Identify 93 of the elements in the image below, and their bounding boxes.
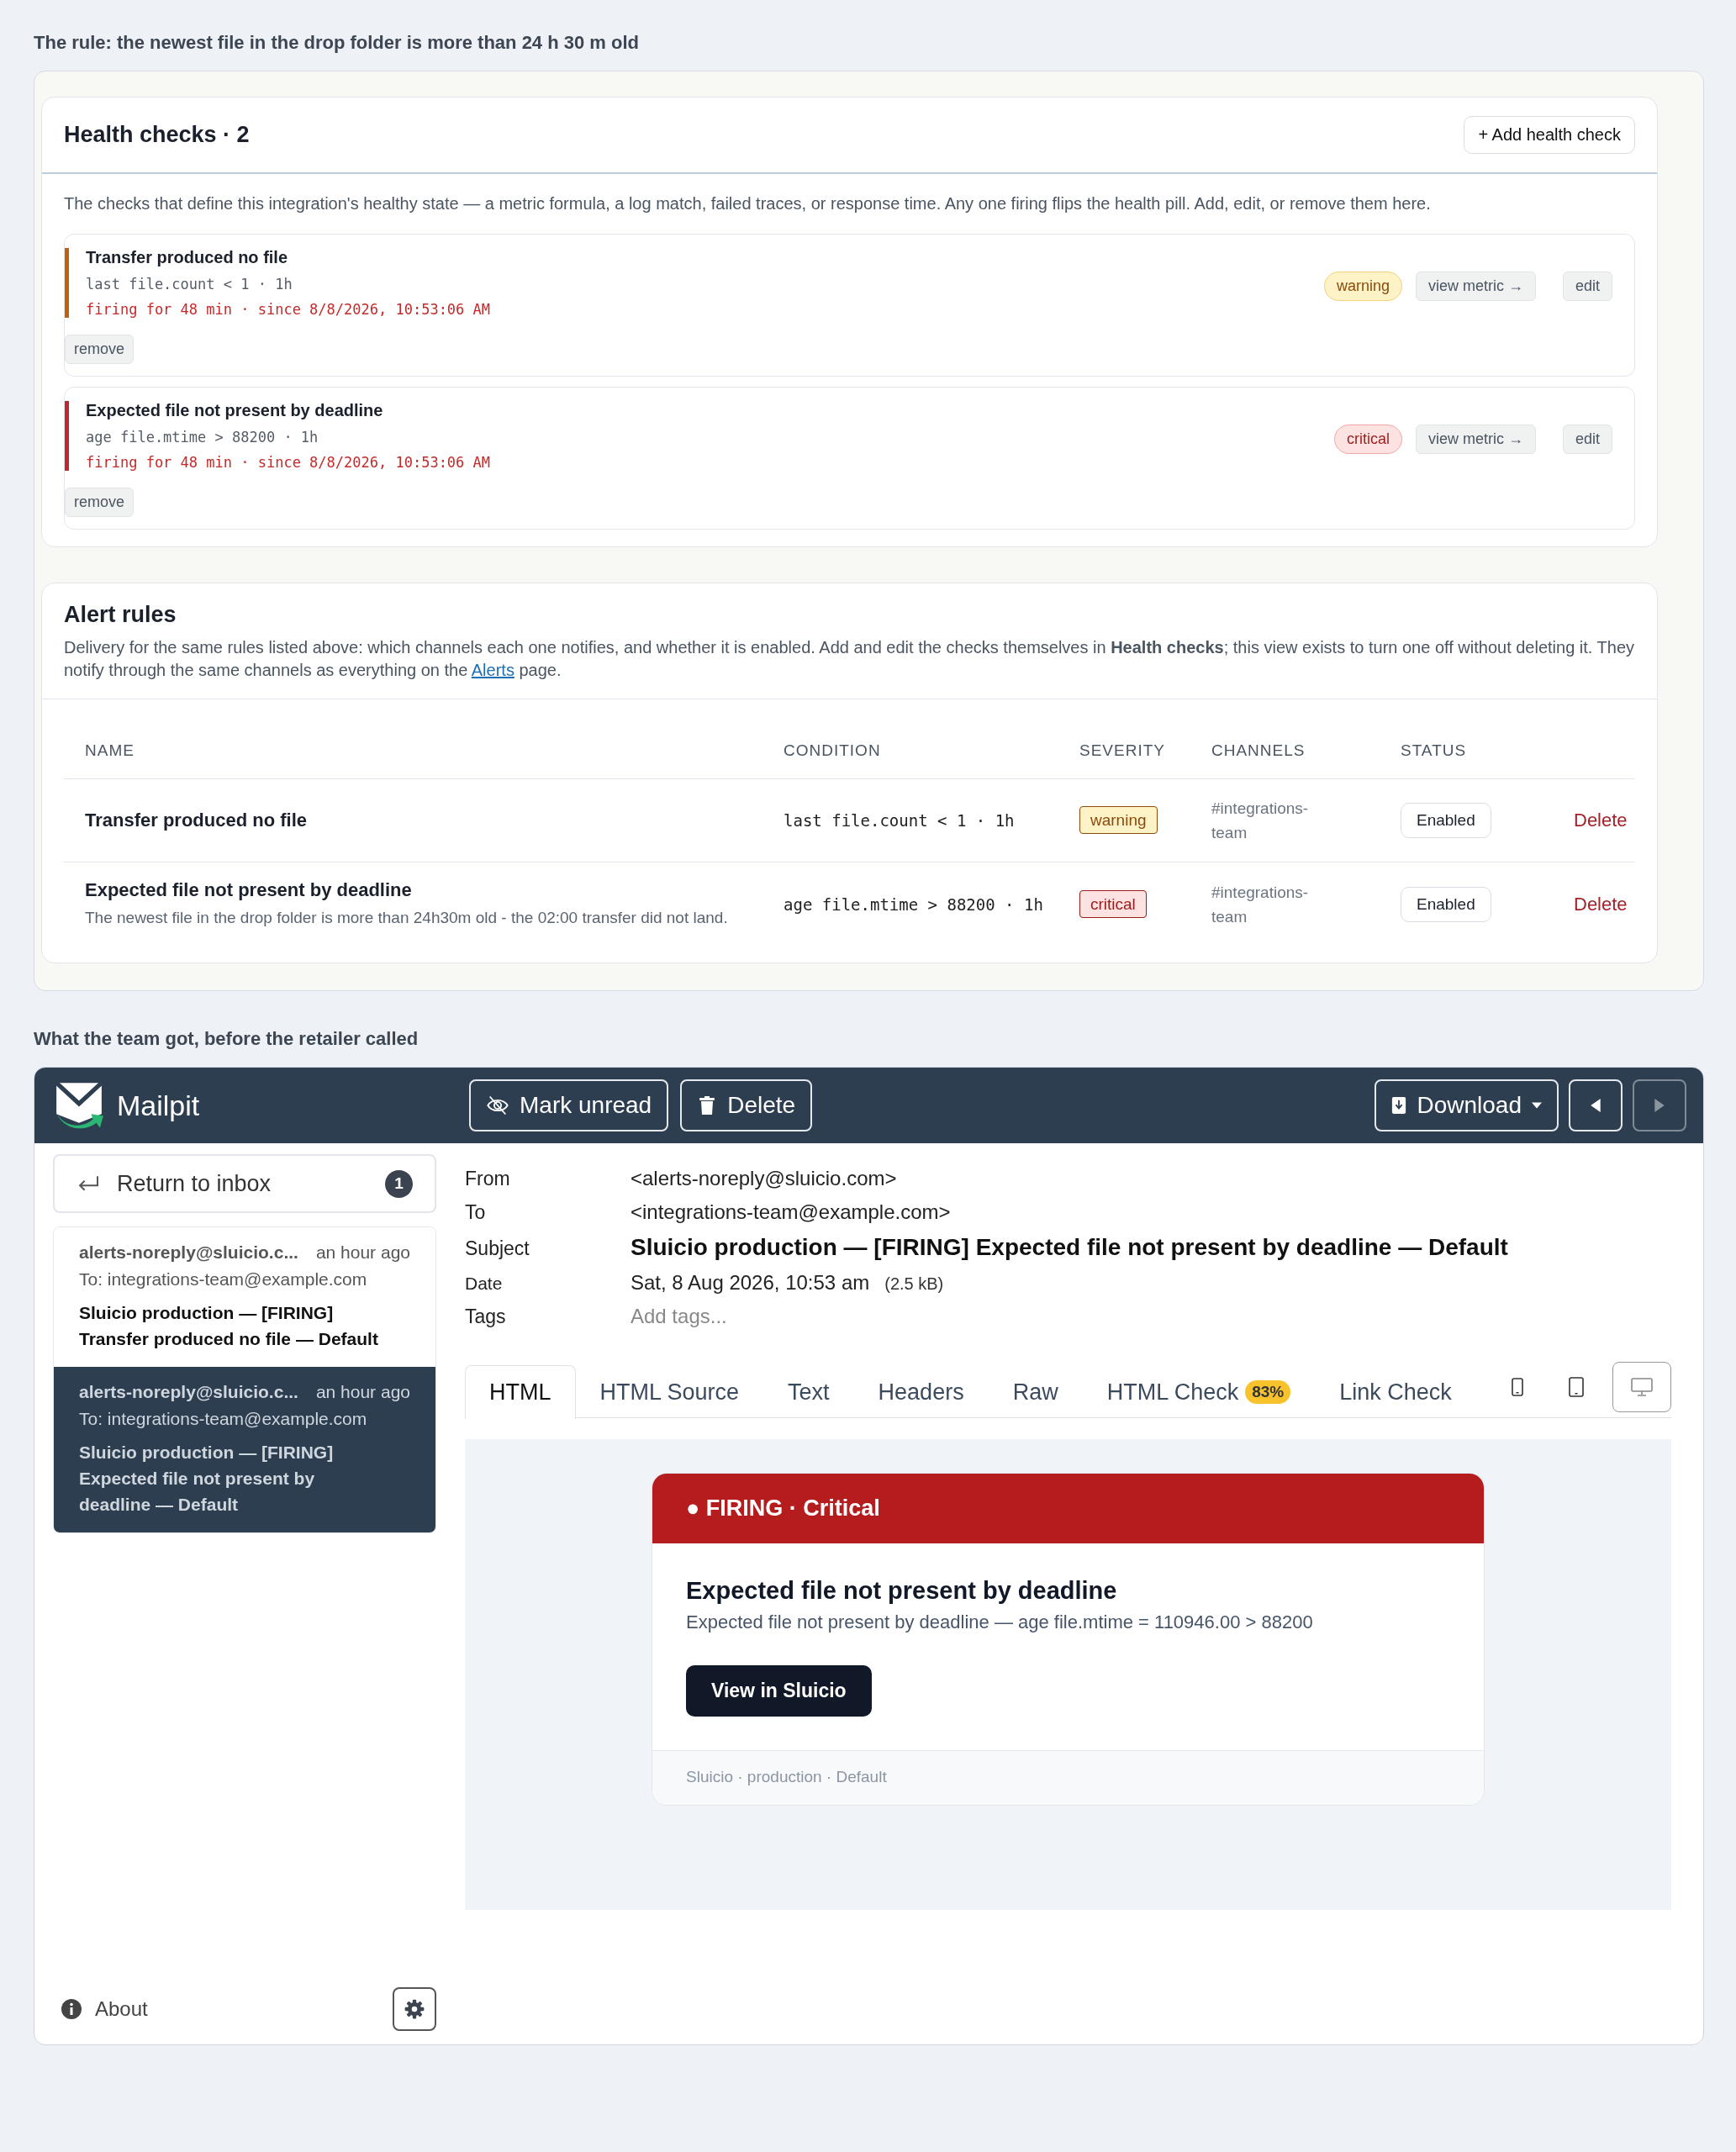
status-toggle[interactable]: Enabled [1401, 886, 1491, 922]
header-value: Sat, 8 Aug 2026, 10:53 am [631, 1271, 870, 1294]
view-metric-button[interactable]: view metric → [1415, 272, 1536, 301]
view-tab[interactable]: Text [763, 1364, 854, 1419]
alert-banner: ● FIRING · Critical [652, 1474, 1484, 1543]
card-title: Alert rules [64, 602, 177, 628]
message-list-item[interactable]: alerts-noreply@sluicio.c... an hour ago To: integrations-team@example.com Sluicio production — [FIRING] Expected file not present by deadline — Default [54, 1367, 435, 1532]
severity-tag: critical [1079, 889, 1147, 918]
settings-icon [404, 1998, 425, 2020]
download-file-icon [1391, 1095, 1407, 1116]
header-value: <alerts-noreply@sluicio.com> [631, 1167, 897, 1189]
return-to-inbox-button[interactable]: Return to inbox 1 [53, 1154, 436, 1213]
delete-button[interactable]: Delete [1569, 893, 1628, 915]
sender: alerts-noreply@sluicio.c... [79, 1242, 298, 1263]
view-tab[interactable]: Link Check [1315, 1364, 1476, 1419]
remove-button[interactable]: remove [65, 335, 135, 364]
recipient: To: integrations-team@example.com [79, 1269, 368, 1290]
caret-icon [1532, 1102, 1542, 1109]
monitor-icon [1631, 1378, 1653, 1396]
status-toggle[interactable]: Enabled [1401, 803, 1491, 838]
view-tab[interactable]: Raw [988, 1364, 1083, 1419]
phone-icon [1512, 1377, 1523, 1397]
timestamp: an hour ago [315, 1382, 410, 1402]
rule-name: Transfer produced no file [85, 810, 309, 831]
column-header: CHANNELS [1211, 741, 1306, 760]
info-icon [61, 1999, 82, 2019]
description: The checks that define this integration's healthy state — a metric formula, a log match, failed traces, or response time. Any one firing flips the health pill. Add, edit, or remove them here. [64, 194, 1432, 214]
app-name: Mailpit [117, 1089, 200, 1122]
tags-input[interactable]: Add tags... [631, 1305, 727, 1327]
view-in-sluicio-button[interactable]: View in Sluicio [686, 1665, 872, 1717]
check-condition: last file.count < 1 · 1h [86, 276, 293, 293]
tablet-icon [1569, 1377, 1584, 1397]
remove-button[interactable]: remove [65, 488, 135, 517]
check-name: Transfer produced no file [86, 248, 289, 267]
mark-unread-button[interactable]: Mark unread [469, 1079, 669, 1131]
email-footer: Sluicio · production · Default [652, 1750, 1484, 1805]
message-subject: Sluicio production — [FIRING] Transfer produced no file — Default [79, 1302, 379, 1350]
add-health-check-button[interactable]: + Add health check [1464, 116, 1635, 154]
download-button[interactable]: Download [1375, 1079, 1559, 1131]
rule-condition: age file.mtime > 88200 · 1h [784, 894, 1044, 915]
previous-button[interactable] [1569, 1079, 1623, 1131]
left-triangle-icon [1591, 1099, 1601, 1112]
severity-pill: critical [1333, 425, 1402, 454]
header-label: Tags [465, 1305, 507, 1328]
column-header: SEVERITY [1079, 741, 1166, 760]
email-text: Expected file not present by deadline — age file.mtime = 110946.00 > 88200 [686, 1611, 1314, 1633]
return-arrow-icon [77, 1174, 100, 1193]
channel-name: #integrations-team [1211, 882, 1310, 927]
description: Delivery for the same rules listed above: which channels each one notifies, and whether it is enabled. Add and edit the checks themselves in Health checks; this view exists to turn one off without deleting it. They notify through the same channels as everything on the Alerts page. [64, 637, 1635, 681]
edit-button[interactable]: edit [1562, 272, 1612, 301]
timestamp: an hour ago [315, 1242, 410, 1263]
header-label: To [465, 1201, 487, 1224]
check-condition: age file.mtime > 88200 · 1h [86, 429, 319, 446]
alerts-link[interactable]: Alerts [471, 661, 514, 679]
severity-pill: warning [1323, 272, 1402, 301]
header-label: Subject [465, 1237, 530, 1260]
view-tab[interactable]: HTML Source [575, 1364, 764, 1419]
card-title: Health checks · 2 [64, 122, 250, 148]
column-header: NAME [84, 741, 135, 760]
view-tab[interactable]: HTML [465, 1364, 576, 1419]
view-tab[interactable]: HTML Check 83% [1082, 1364, 1316, 1419]
right-triangle-icon [1654, 1099, 1665, 1112]
edit-button[interactable]: edit [1562, 425, 1612, 454]
firing-status: firing for 48 min · since 8/8/2026, 10:53:06 AM [86, 454, 492, 471]
rule-note: The newest file in the drop folder is more than 24h30m old - the 02:00 transfer did not land. [85, 908, 729, 928]
sender: alerts-noreply@sluicio.c... [79, 1382, 298, 1402]
column-header: CONDITION [784, 741, 882, 760]
email-title: Expected file not present by deadline [686, 1577, 1118, 1605]
header-value: Sluicio production — [FIRING] Expected file not present by deadline — Default [631, 1234, 1508, 1260]
eye-slash-icon [486, 1094, 509, 1117]
section-heading: The rule: the newest file in the drop folder is more than 24 h 30 m old [34, 32, 640, 54]
view-metric-button[interactable]: view metric → [1415, 425, 1536, 454]
message-size: (2.5 kB) [884, 1274, 944, 1293]
header-value: <integrations-team@example.com> [631, 1200, 951, 1223]
delete-button[interactable]: Delete [1569, 810, 1628, 831]
view-tab[interactable]: Headers [853, 1364, 989, 1419]
firing-status: firing for 48 min · since 8/8/2026, 10:53:06 AM [86, 301, 492, 318]
rule-name: Expected file not present by deadline [85, 879, 413, 901]
recipient: To: integrations-team@example.com [79, 1409, 368, 1429]
header-label: Date [465, 1274, 504, 1294]
channel-name: #integrations-team [1211, 799, 1310, 843]
header-label: From [465, 1168, 511, 1190]
delete-button[interactable]: Delete [680, 1079, 813, 1131]
unread-count-badge: 1 [385, 1169, 413, 1198]
column-header: STATUS [1401, 741, 1468, 760]
check-name: Expected file not present by deadline [86, 401, 384, 420]
rule-condition: last file.count < 1 · 1h [784, 810, 1016, 831]
section-heading: What the team got, before the retailer called [34, 1028, 419, 1050]
message-subject: Sluicio production — [FIRING] Expected file not present by deadline — Default [79, 1442, 335, 1516]
settings-button[interactable] [393, 1987, 436, 2031]
about-link[interactable]: About [95, 1997, 148, 2021]
desktop-view-button[interactable] [1612, 1362, 1671, 1412]
severity-tag: warning [1079, 806, 1158, 834]
